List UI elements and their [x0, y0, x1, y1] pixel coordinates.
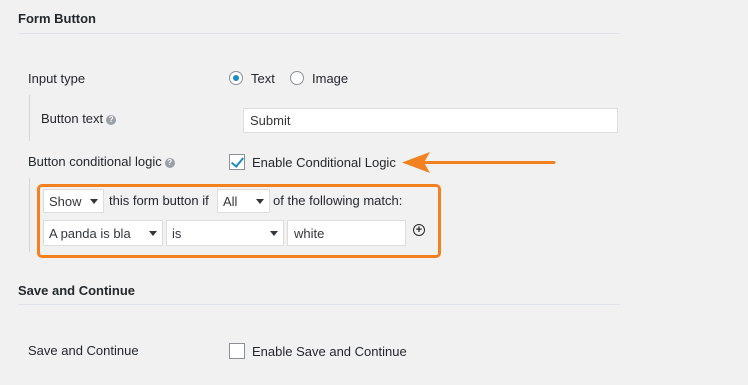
rule-value-input[interactable]: white: [287, 220, 406, 246]
button-text-input[interactable]: Submit: [243, 108, 618, 133]
section-title-form-button: Form Button: [18, 11, 96, 26]
save-continue-label: Save and Continue: [28, 343, 139, 358]
match-type-select-value: All: [223, 193, 238, 209]
chevron-down-icon: [149, 231, 157, 236]
action-select-value: Show: [49, 193, 82, 209]
nested-indent-line: [29, 178, 30, 252]
field-select[interactable]: A panda is bla: [43, 220, 163, 246]
match-type-select[interactable]: All: [217, 189, 270, 213]
enable-save-continue-checkbox[interactable]: [229, 343, 245, 359]
arrow-left-icon: [402, 152, 556, 173]
section-title-save-continue: Save and Continue: [18, 283, 136, 298]
operator-select[interactable]: is: [166, 220, 284, 246]
conditional-logic-label: Button conditional logic?: [28, 154, 175, 169]
enable-conditional-logic-checkbox[interactable]: [229, 154, 245, 170]
radio-image[interactable]: [290, 71, 304, 85]
nested-indent-line: [29, 95, 30, 141]
action-select[interactable]: Show: [43, 189, 104, 213]
chevron-down-icon: [256, 199, 264, 204]
section-divider: [18, 304, 620, 305]
plus-circle-icon[interactable]: +: [413, 224, 425, 236]
section-divider: [18, 33, 620, 34]
rule-text-2: of the following match:: [273, 193, 403, 208]
chevron-down-icon: [270, 231, 278, 236]
operator-select-value: is: [172, 225, 182, 241]
input-type-label: Input type: [28, 71, 86, 86]
radio-text-label[interactable]: Text: [251, 71, 275, 86]
field-select-value: A panda is bla: [49, 225, 131, 241]
question-circle-icon[interactable]: ?: [106, 115, 117, 125]
conditional-logic-label-text: Button conditional logic: [28, 154, 162, 169]
rule-text-1: this form button if: [109, 193, 209, 208]
button-text-label-text: Button text: [41, 111, 104, 126]
enable-conditional-logic-label[interactable]: Enable Conditional Logic: [252, 155, 396, 170]
chevron-down-icon: [90, 199, 98, 204]
enable-save-continue-label[interactable]: Enable Save and Continue: [252, 344, 407, 359]
radio-image-label[interactable]: Image: [312, 71, 348, 86]
radio-text[interactable]: [229, 71, 243, 85]
checkmark-icon: [230, 154, 245, 168]
button-text-label: Button text?: [41, 111, 117, 126]
question-circle-icon[interactable]: ?: [164, 158, 175, 168]
